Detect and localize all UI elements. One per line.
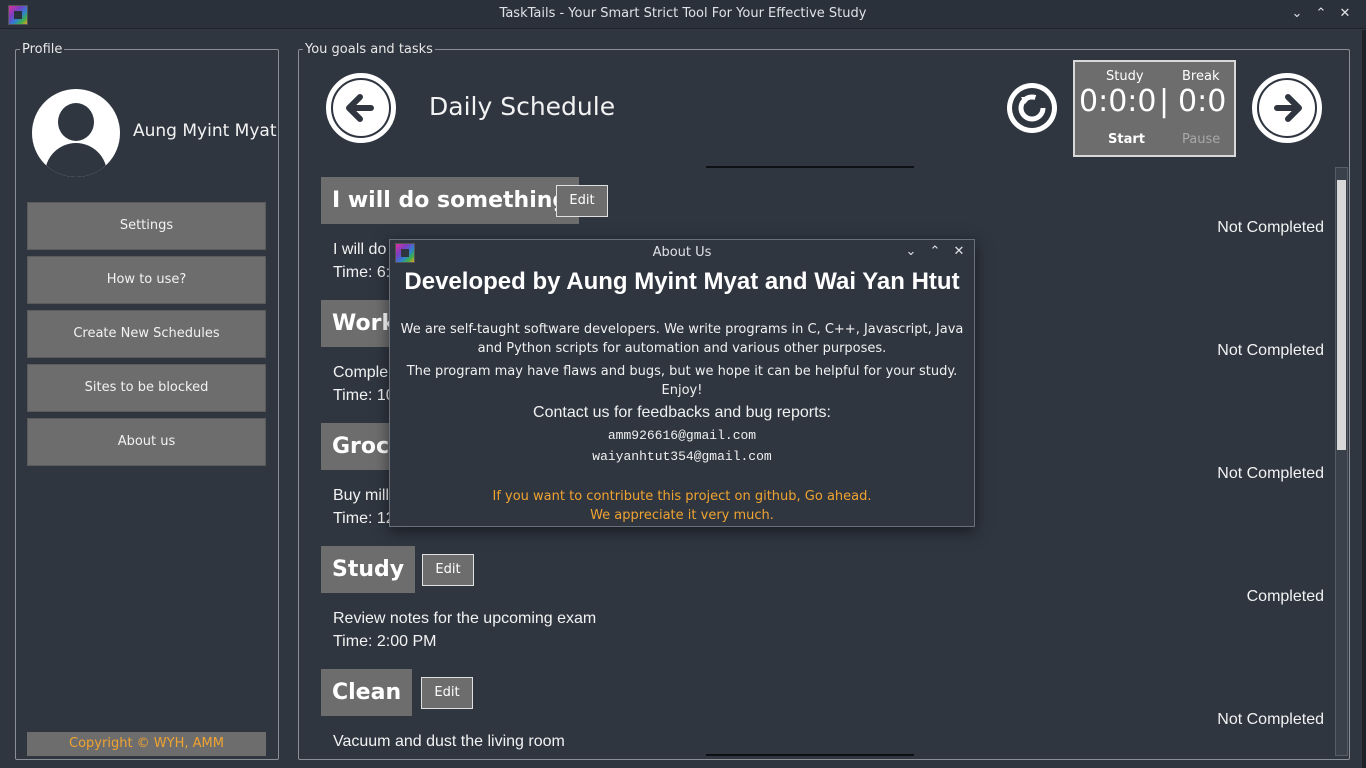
task-description: Buy mill [333, 487, 390, 504]
profile-name: Aung Myint Myat [133, 121, 277, 141]
avatar-body [45, 143, 107, 177]
contribute-text: We appreciate it very much. [590, 508, 774, 523]
task-title: I will do something [321, 177, 580, 224]
maximize-button[interactable]: ⌃ [1311, 4, 1331, 24]
edit-task-button[interactable]: Edit [556, 185, 608, 217]
task-time: Time: 2:00 PM [333, 633, 437, 650]
edit-task-button[interactable]: Edit [421, 677, 473, 709]
arrow-right-icon [1259, 80, 1315, 136]
pause-button[interactable]: Pause [1182, 132, 1220, 147]
study-timer-value: 0:0:0 [1079, 84, 1157, 119]
copyright-label: Copyright © WYH, AMM [27, 732, 266, 756]
dialog-titlebar: About Us ⌄ ⌃ ✕ [390, 240, 974, 265]
dialog-minimize-button[interactable]: ⌄ [902, 243, 920, 261]
scrollbar-thumb[interactable] [1337, 180, 1346, 450]
task-title: Clean [321, 669, 413, 716]
task-description: Review notes for the upcoming exam [333, 610, 597, 627]
task-status: Not Completed [1217, 711, 1324, 728]
timer-separator: | [1159, 84, 1170, 119]
break-timer-value: 0:0 [1178, 84, 1227, 119]
task-time: Time: 10 [333, 387, 395, 404]
contact-email: amm926616@gmail.com [607, 428, 757, 443]
task-status: Not Completed [1217, 465, 1324, 482]
arrow-left-icon [333, 80, 389, 136]
settings-button[interactable]: Settings [27, 202, 266, 250]
create-new-schedules-button[interactable]: Create New Schedules [27, 310, 266, 358]
dialog-close-button[interactable]: ✕ [950, 243, 968, 261]
refresh-icon [1012, 88, 1052, 128]
break-label: Break [1182, 69, 1220, 84]
divider [706, 754, 914, 756]
start-button[interactable]: Start [1108, 132, 1145, 147]
window-titlebar: TaskTails - Your Smart Strict Tool For Y… [0, 0, 1366, 29]
about-us-dialog: About Us ⌄ ⌃ ✕ Developed by Aung Myint M… [389, 239, 975, 527]
contact-heading: Contact us for feedbacks and bug reports… [533, 404, 831, 421]
minimize-button[interactable]: ⌄ [1287, 4, 1307, 24]
task-status: Completed [1246, 588, 1324, 605]
timer-panel: Study Break 0:0:0 | 0:0 Start Pause [1073, 60, 1236, 157]
task-description: I will do [333, 241, 387, 258]
edit-task-button[interactable]: Edit [422, 554, 474, 586]
about-text-line: The program may have flaws and bugs, but… [406, 364, 958, 398]
dialog-heading: Developed by Aung Myint Myat and Wai Yan… [404, 268, 960, 295]
about-us-button[interactable]: About us [27, 418, 266, 466]
goals-legend: You goals and tasks [305, 42, 433, 57]
window-title: TaskTails - Your Smart Strict Tool For Y… [499, 6, 867, 21]
about-text-line: We are self-taught software developers. … [400, 322, 964, 337]
reset-timer-button[interactable] [1007, 83, 1057, 133]
contribute-text: If you want to contribute this project o… [492, 489, 872, 504]
avatar-head [58, 103, 94, 141]
page-title: Daily Schedule [429, 92, 616, 121]
close-button[interactable]: ✕ [1335, 4, 1355, 24]
vertical-scrollbar[interactable] [1335, 167, 1348, 756]
about-text-line: and Python scripts for automation and va… [477, 341, 887, 356]
avatar-icon [32, 89, 120, 177]
study-label: Study [1106, 69, 1144, 84]
task-title: Study [321, 546, 416, 593]
profile-legend: Profile [22, 42, 63, 57]
task-description: Vacuum and dust the living room [333, 733, 565, 750]
task-description: Comple [333, 364, 389, 381]
back-arrow-button[interactable] [326, 73, 396, 143]
window-edge [1362, 30, 1366, 768]
sites-to-be-blocked-button[interactable]: Sites to be blocked [27, 364, 266, 412]
contact-email: waiyanhtut354@gmail.com [592, 449, 772, 464]
divider [706, 166, 914, 168]
dialog-title: About Us [652, 245, 712, 260]
task-status: Not Completed [1217, 342, 1324, 359]
task-time: Time: 6: [333, 264, 391, 281]
forward-arrow-button[interactable] [1252, 73, 1322, 143]
task-time: Time: 12 [333, 510, 395, 527]
how-to-use-button[interactable]: How to use? [27, 256, 266, 304]
dialog-maximize-button[interactable]: ⌃ [926, 243, 944, 261]
task-status: Not Completed [1217, 219, 1324, 236]
